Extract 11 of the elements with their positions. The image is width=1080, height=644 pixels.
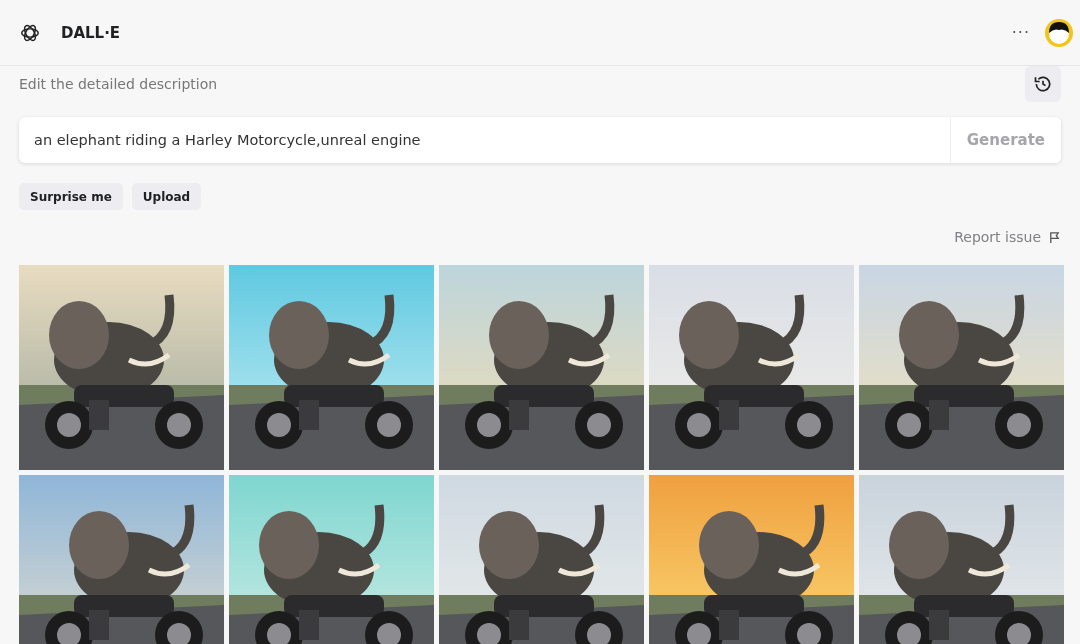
action-button[interactable]: Upload	[131, 183, 202, 210]
avatar-icon[interactable]	[1044, 17, 1074, 48]
history-icon	[1033, 74, 1053, 94]
app-title: DALL·E	[61, 23, 121, 42]
report-link[interactable]: Report issue	[954, 229, 1061, 245]
action-button[interactable]: Surprise me	[19, 183, 123, 210]
prompt-label: Edit the detailed description	[19, 76, 218, 92]
prompt-text: an elephant riding a Harley Motorcycle,unreal engine	[33, 132, 422, 148]
history-button[interactable]	[1025, 66, 1061, 102]
flag-icon	[1048, 230, 1061, 244]
more-button[interactable]: ···	[1005, 22, 1036, 43]
